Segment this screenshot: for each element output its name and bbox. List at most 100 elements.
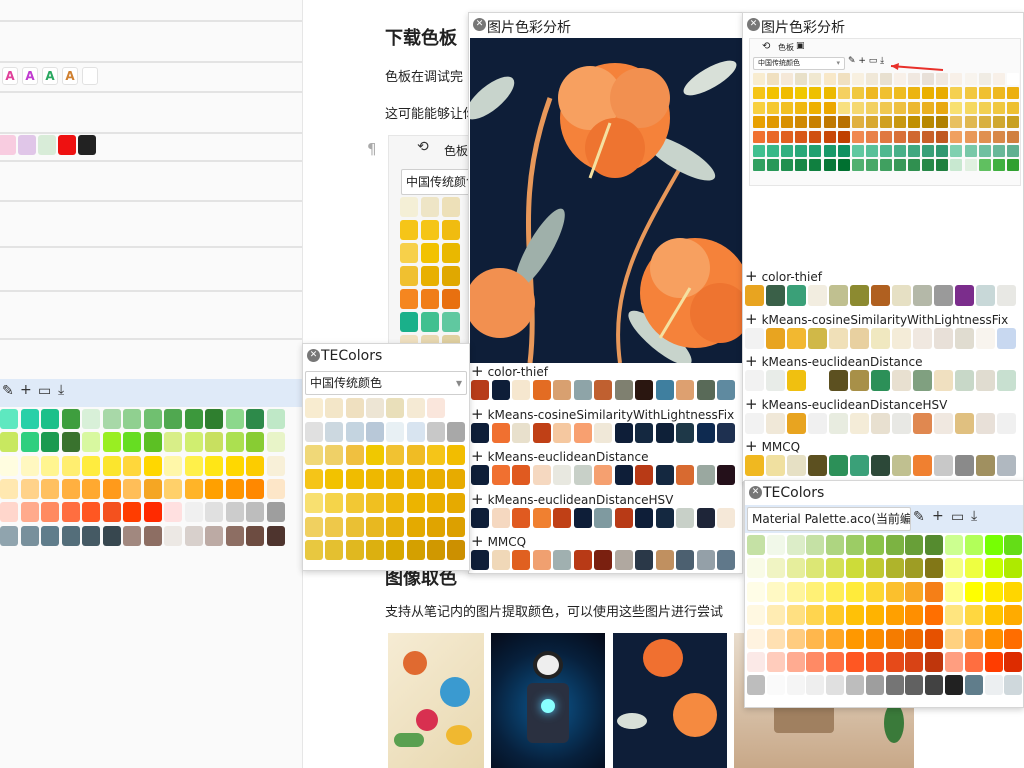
color-swatch[interactable] — [717, 550, 735, 570]
color-swatch[interactable] — [984, 628, 1003, 649]
color-swatch[interactable] — [964, 116, 977, 129]
palette-section-label[interactable]: kMeans-euclideanDistanceHSV — [745, 395, 948, 413]
color-swatch[interactable] — [365, 421, 384, 442]
color-swatch[interactable] — [753, 101, 765, 114]
color-swatch[interactable] — [846, 675, 864, 696]
color-swatch[interactable] — [20, 525, 39, 546]
color-swatch[interactable] — [786, 675, 805, 696]
color-swatch[interactable] — [964, 675, 983, 696]
color-swatch[interactable] — [945, 605, 963, 626]
color-swatch[interactable] — [964, 159, 977, 172]
color-swatch[interactable] — [976, 412, 995, 434]
color-swatch[interactable] — [865, 130, 878, 143]
color-swatch[interactable] — [325, 445, 344, 466]
color-swatch[interactable] — [984, 558, 1003, 579]
color-swatch[interactable] — [950, 116, 963, 129]
color-swatch[interactable] — [225, 455, 244, 476]
color-swatch[interactable] — [400, 243, 418, 263]
color-swatch[interactable] — [747, 675, 765, 696]
color-swatch[interactable] — [386, 398, 405, 418]
color-swatch[interactable] — [767, 116, 780, 129]
color-swatch[interactable] — [512, 465, 530, 485]
color-swatch[interactable] — [406, 516, 425, 537]
history-icon[interactable]: ⟲ — [762, 41, 770, 52]
color-swatch[interactable] — [655, 422, 674, 443]
palette-section-label[interactable]: MMCQ — [745, 437, 801, 455]
color-swatch[interactable] — [871, 455, 890, 476]
color-swatch[interactable] — [992, 145, 1005, 157]
plus-icon[interactable]: + — [932, 508, 944, 524]
color-swatch[interactable] — [894, 116, 906, 129]
color-swatch[interactable] — [806, 558, 825, 579]
pencil-icon[interactable]: ✎ + ▭ ⤓ — [848, 56, 884, 66]
color-swatch[interactable] — [512, 550, 530, 570]
thumbnail-parrot-floral[interactable] — [388, 633, 484, 768]
color-swatch[interactable] — [400, 312, 418, 332]
color-swatch[interactable] — [102, 432, 121, 453]
color-swatch[interactable] — [406, 469, 425, 490]
color-swatch[interactable] — [950, 145, 963, 157]
color-swatch[interactable] — [905, 605, 924, 626]
color-swatch[interactable] — [421, 220, 439, 240]
color-swatch[interactable] — [386, 469, 405, 490]
color-swatch[interactable] — [345, 516, 364, 537]
color-swatch[interactable] — [826, 535, 845, 555]
color-swatch[interactable] — [978, 116, 991, 129]
color-swatch[interactable] — [850, 370, 869, 391]
color-swatch[interactable] — [41, 525, 59, 546]
color-swatch[interactable] — [997, 370, 1016, 391]
color-swatch[interactable] — [573, 550, 592, 570]
color-swatch[interactable] — [246, 432, 264, 453]
color-swatch[interactable] — [20, 502, 39, 523]
color-swatch[interactable] — [905, 535, 924, 555]
color-swatch[interactable] — [945, 628, 963, 649]
color-swatch[interactable] — [829, 327, 848, 349]
color-swatch[interactable] — [879, 116, 892, 129]
color-swatch[interactable] — [655, 550, 674, 570]
color-swatch[interactable] — [164, 409, 182, 429]
color-swatch[interactable] — [143, 502, 162, 523]
color-swatch[interactable] — [246, 455, 264, 476]
color-swatch[interactable] — [879, 145, 892, 157]
color-swatch[interactable] — [225, 409, 244, 429]
color-swatch[interactable] — [767, 101, 780, 114]
color-swatch[interactable] — [205, 409, 223, 429]
color-swatch[interactable] — [905, 581, 924, 602]
color-swatch[interactable] — [442, 243, 460, 263]
color-swatch[interactable] — [717, 422, 735, 443]
color-swatch[interactable] — [925, 605, 944, 626]
thumbnail-hibiscus[interactable] — [613, 633, 727, 768]
color-swatch[interactable] — [246, 502, 264, 523]
color-swatch[interactable] — [766, 412, 785, 434]
color-swatch[interactable] — [913, 412, 932, 434]
color-swatch[interactable] — [766, 370, 785, 391]
color-swatch[interactable] — [406, 540, 425, 561]
plus-icon[interactable]: + — [20, 382, 32, 398]
color-swatch[interactable] — [829, 412, 848, 434]
color-swatch[interactable] — [823, 87, 836, 100]
color-swatch[interactable] — [553, 380, 571, 400]
color-swatch[interactable] — [655, 465, 674, 485]
color-swatch[interactable] — [553, 422, 571, 443]
font-color-sample[interactable]: A — [2, 67, 18, 85]
close-icon[interactable]: ✕ — [307, 349, 320, 362]
color-swatch[interactable] — [925, 628, 944, 649]
color-swatch[interactable] — [809, 87, 822, 100]
color-swatch[interactable] — [442, 220, 460, 240]
color-swatch[interactable] — [964, 73, 977, 85]
color-swatch[interactable] — [992, 130, 1005, 143]
folder-icon[interactable]: ▭ — [38, 383, 51, 399]
color-swatch[interactable] — [984, 605, 1003, 626]
color-swatch[interactable] — [123, 502, 141, 523]
color-swatch[interactable] — [922, 87, 935, 100]
color-swatch[interactable] — [984, 535, 1003, 555]
color-swatch[interactable] — [421, 243, 439, 263]
color-swatch[interactable] — [925, 675, 944, 696]
color-swatch[interactable] — [400, 220, 418, 240]
color-swatch[interactable] — [1006, 116, 1019, 129]
color-swatch[interactable] — [826, 605, 845, 626]
tab-palette[interactable]: 色板 — [778, 42, 794, 53]
color-swatch[interactable] — [123, 525, 141, 546]
color-swatch[interactable] — [964, 605, 983, 626]
color-swatch[interactable] — [717, 380, 735, 400]
